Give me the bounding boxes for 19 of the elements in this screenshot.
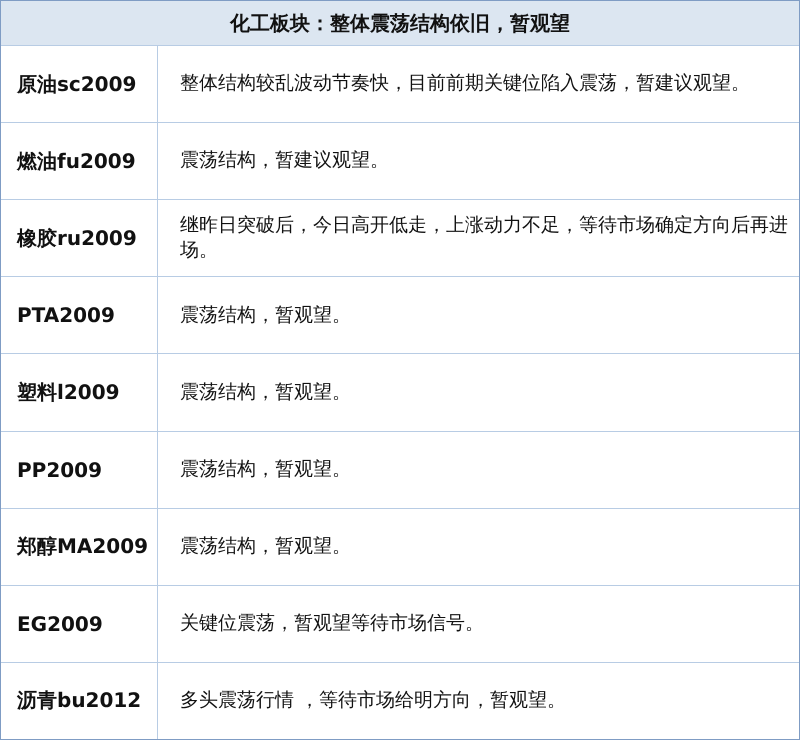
contract-name: 塑料l2009 — [17, 378, 120, 406]
comment-text: 震荡结构，暂观望。 — [180, 380, 351, 405]
comment-text: 整体结构较乱波动节奏快，目前前期关键位陷入震荡，暂建议观望。 — [180, 71, 750, 96]
contract-name: 原油sc2009 — [17, 70, 136, 98]
comment-text: 多头震荡行情 ，等待市场给明方向，暂观望。 — [180, 688, 566, 714]
comment-text: 继昨日突破后，今日高开低走，上涨动力不足，等待市场确定方向后再进场。 — [180, 212, 789, 264]
contract-name: 郑醇MA2009 — [17, 533, 148, 560]
table-title: 化工板块：整体震荡结构依旧，暂观望 — [230, 10, 570, 36]
contract-name: PP2009 — [17, 458, 102, 482]
contract-name: 燃油fu2009 — [17, 148, 136, 175]
contract-name: PTA2009 — [17, 303, 115, 328]
contract-name: 沥青bu2012 — [17, 687, 142, 714]
comment-text: 震荡结构，暂观望。 — [180, 302, 351, 328]
comment-text: 震荡结构，暂建议观望。 — [180, 148, 389, 174]
comment-text: 关键位震荡，暂观望等待市场信号。 — [180, 611, 484, 636]
comment-text: 震荡结构，暂观望。 — [180, 534, 351, 559]
contract-name: 橡胶ru2009 — [17, 224, 137, 252]
comment-text: 震荡结构，暂观望。 — [180, 456, 351, 482]
contract-name: EG2009 — [17, 612, 103, 636]
